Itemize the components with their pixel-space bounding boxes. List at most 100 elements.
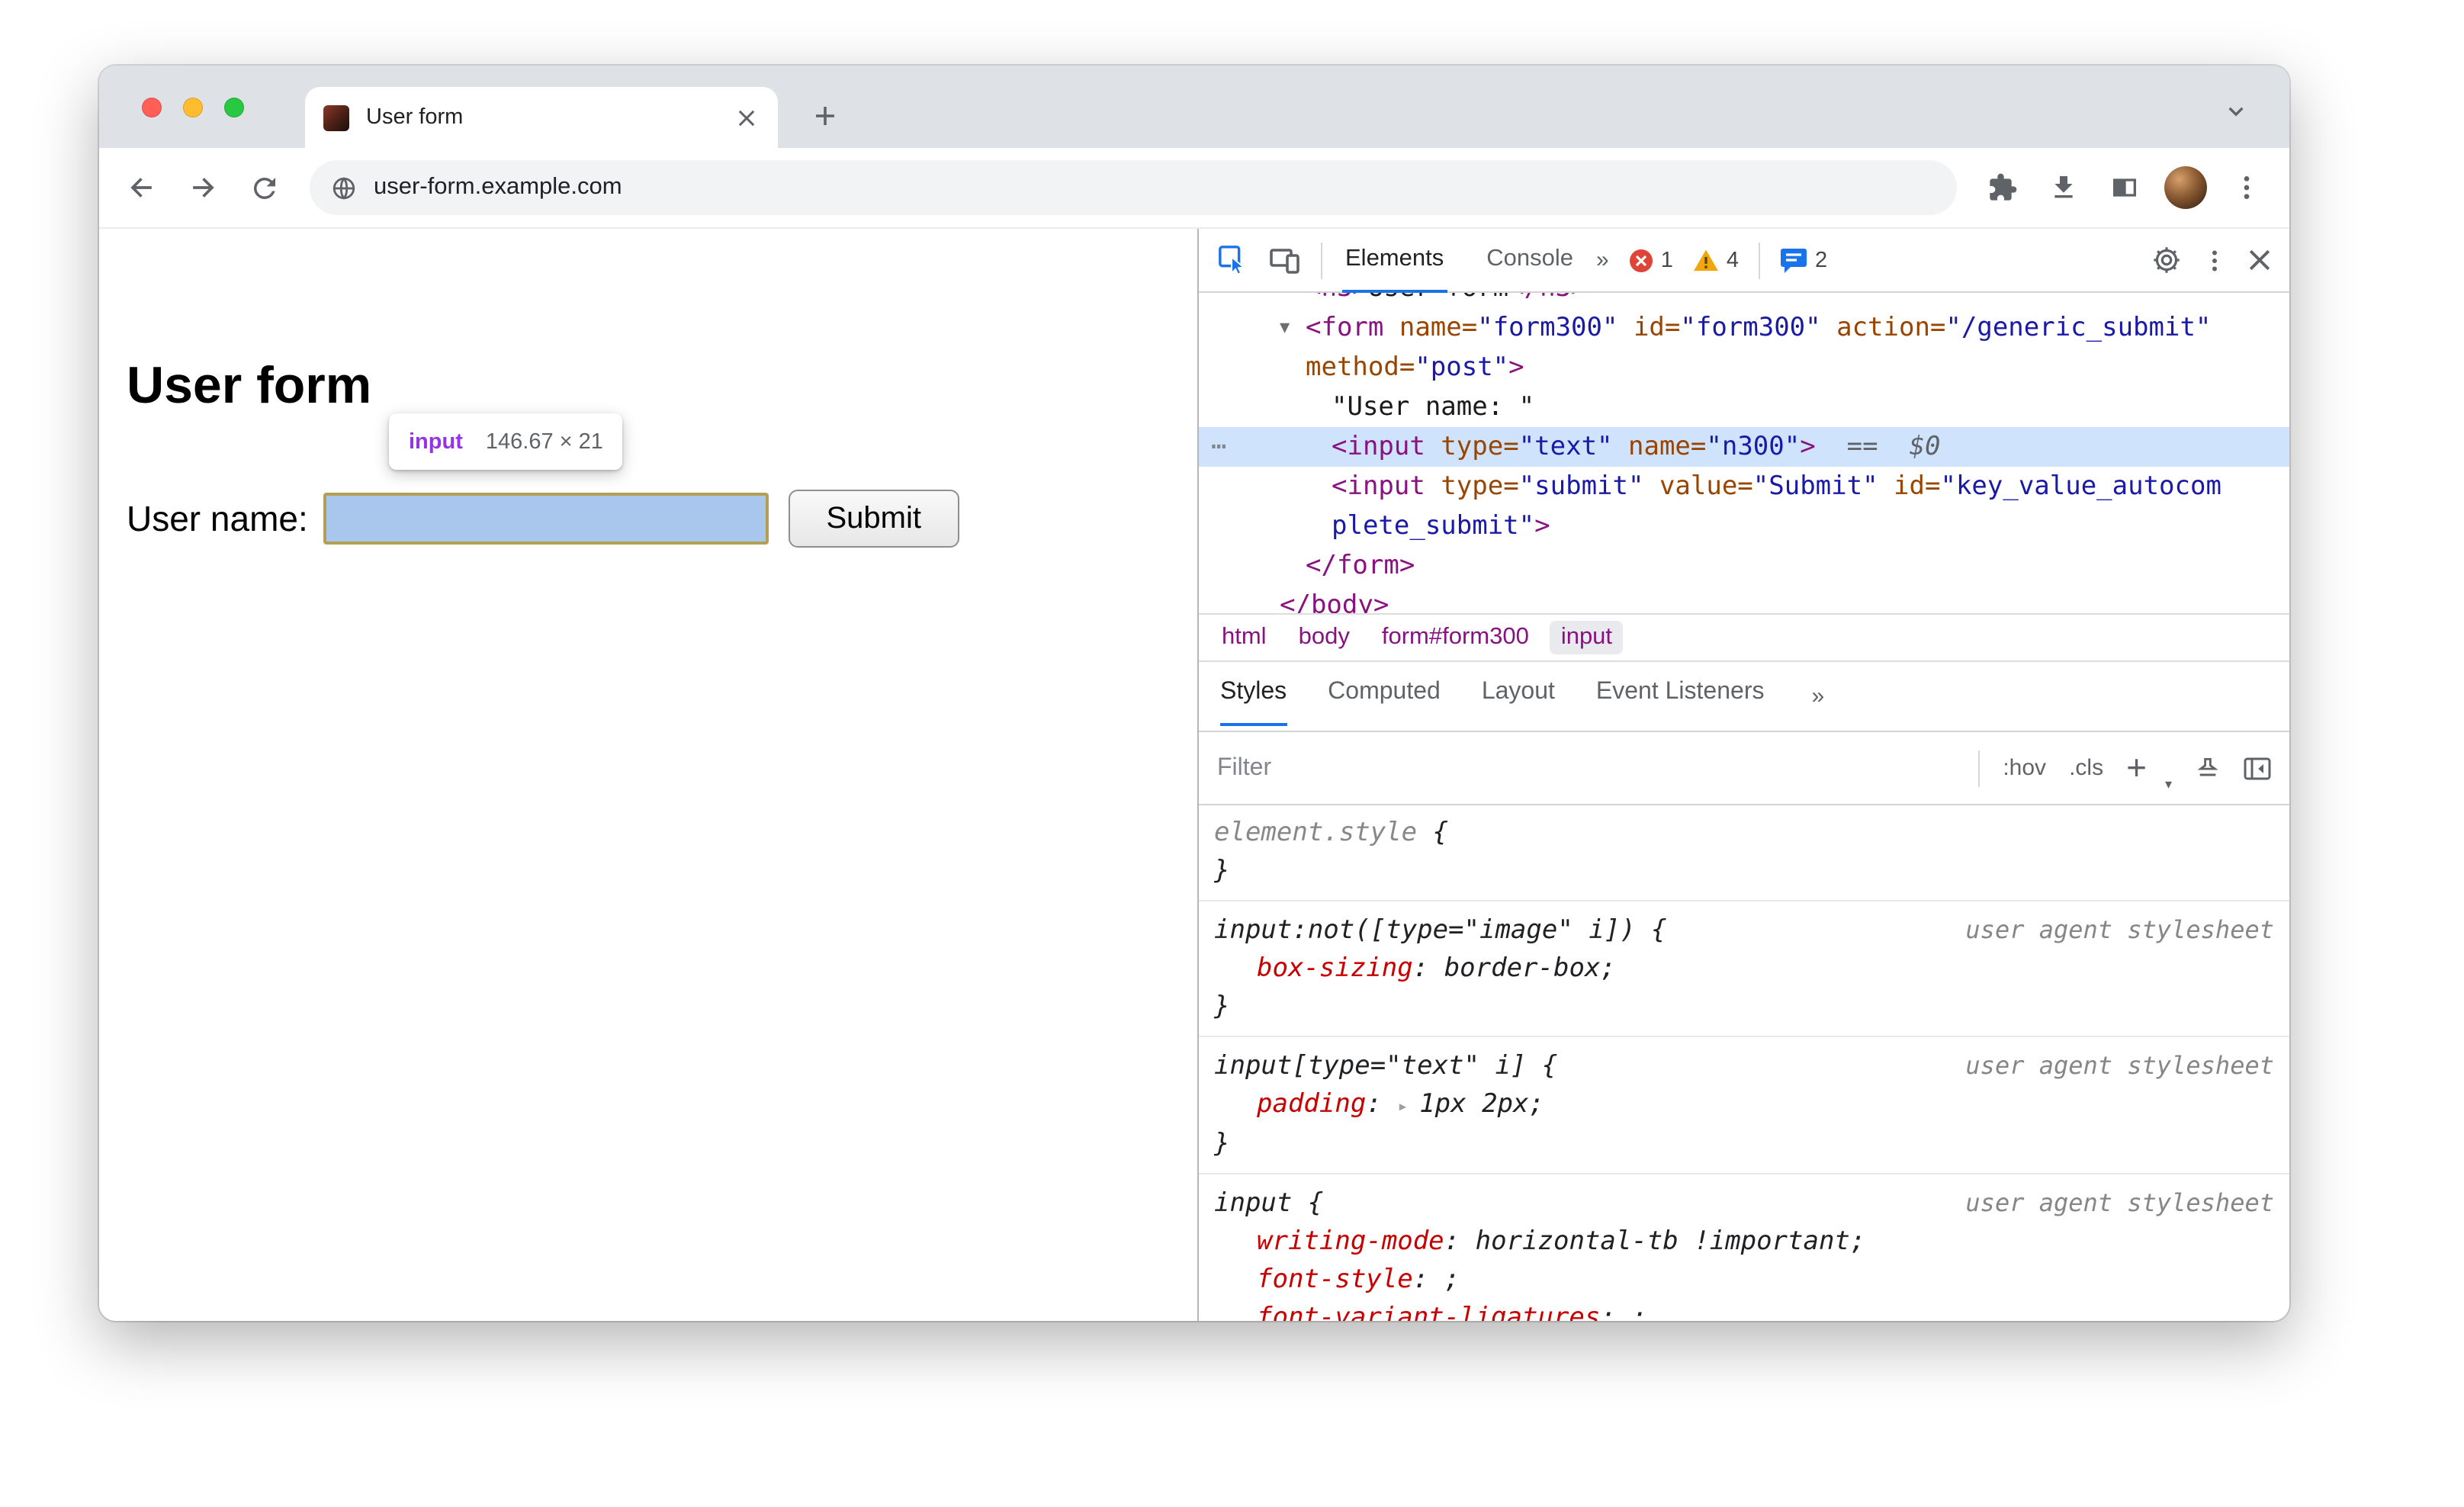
styles-filter-input[interactable] bbox=[1217, 754, 1956, 782]
style-rule-selector[interactable]: input[type="text" i] {user agent stylesh… bbox=[1214, 1046, 2274, 1086]
devtools-toolbar: Elements Console » 1 4 2 bbox=[1199, 229, 2289, 293]
node-menu-icon[interactable]: ⋯ bbox=[1211, 427, 1227, 467]
error-count: 1 bbox=[1660, 248, 1673, 272]
more-panels-icon[interactable]: » bbox=[1596, 247, 1609, 273]
address-bar[interactable]: user-form.example.com bbox=[310, 160, 1957, 215]
sidebar-tab-event-listeners[interactable]: Event Listeners bbox=[1596, 662, 1765, 726]
style-rule-close-brace: } bbox=[1214, 1129, 1230, 1159]
format-styles-icon[interactable] bbox=[2195, 757, 2221, 779]
tab-search-chevron-icon[interactable] bbox=[2216, 92, 2256, 131]
style-declaration-padding[interactable]: padding: ▸ 1px 2px; bbox=[1214, 1086, 2274, 1126]
traffic-light-zoom[interactable] bbox=[224, 98, 244, 117]
breadcrumb-input[interactable]: input bbox=[1550, 621, 1624, 654]
sidebar-tab-computed[interactable]: Computed bbox=[1328, 662, 1441, 726]
style-rule-input-not-type-image-i: input:not([type="image" i]) {user agent … bbox=[1199, 901, 2289, 1037]
node-form-open[interactable]: ▼ <form name="form300" id="form300" actio… bbox=[1199, 308, 2289, 387]
style-rule-close-brace: } bbox=[1214, 991, 1230, 1022]
sidebar-tab-layout[interactable]: Layout bbox=[1482, 662, 1555, 726]
styles-filter-bar: :hov .cls + ▾ bbox=[1199, 732, 2289, 805]
more-sidebar-tabs-icon[interactable]: » bbox=[1811, 683, 1824, 709]
screen: User form user-form.example.com User for… bbox=[0, 0, 2464, 1507]
extensions-puzzle-icon[interactable] bbox=[1975, 160, 2030, 215]
style-declaration-box-sizing[interactable]: box-sizing: border-box; bbox=[1214, 950, 2274, 988]
site-info-globe-icon[interactable] bbox=[331, 175, 357, 201]
new-style-rule-button[interactable]: + bbox=[2126, 750, 2147, 786]
devtools-panel-tabs: Elements Console bbox=[1342, 228, 1576, 292]
style-rule-input: input {user agent stylesheet writing-mode… bbox=[1199, 1174, 2289, 1321]
elements-tree-inner: <h3>User form</h3>▼<form name="form300" … bbox=[1199, 293, 2289, 613]
breadcrumb-html[interactable]: html bbox=[1211, 621, 1277, 654]
issues-badge[interactable]: 2 bbox=[1780, 247, 1827, 273]
inspect-tooltip: input 146.67 × 21 bbox=[389, 413, 623, 470]
download-icon[interactable] bbox=[2036, 160, 2091, 215]
url-text: user-form.example.com bbox=[374, 174, 622, 200]
pseudo-state-toggle[interactable]: :hov bbox=[2003, 755, 2046, 781]
styles-sections: element.style {} input:not([type="image" … bbox=[1199, 805, 2289, 1321]
devtools-tab-console[interactable]: Console bbox=[1483, 228, 1576, 292]
devtools-tab-elements[interactable]: Elements bbox=[1342, 228, 1447, 292]
node-h3[interactable]: <h3>User form</h3> bbox=[1199, 293, 2289, 308]
settings-gear-icon[interactable] bbox=[2152, 246, 2181, 275]
node-input-submit[interactable]: <input type="submit" value="Submit" id="… bbox=[1199, 467, 2289, 546]
tab-close-icon[interactable] bbox=[732, 104, 760, 131]
expand-arrow-icon[interactable]: ▼ bbox=[1280, 308, 1306, 348]
style-declaration-font-style[interactable]: font-style: ; bbox=[1214, 1261, 2274, 1300]
forward-button[interactable] bbox=[175, 160, 230, 215]
node-text-user-name[interactable]: "User name: " bbox=[1199, 387, 2289, 427]
warning-count: 4 bbox=[1726, 248, 1739, 272]
computed-panel-toggle-icon[interactable] bbox=[2244, 756, 2271, 780]
breadcrumb: html body form#form300 input bbox=[1199, 613, 2289, 662]
browser-tab[interactable]: User form bbox=[305, 87, 778, 148]
style-rule-selector[interactable]: element.style { bbox=[1214, 815, 2274, 853]
error-badge[interactable]: 1 bbox=[1629, 248, 1673, 272]
style-declaration-font-variant-ligatures[interactable]: font-variant-ligatures: ; bbox=[1214, 1300, 2274, 1321]
tooltip-element-name: input bbox=[409, 429, 463, 454]
devtools-menu-kebab-icon[interactable] bbox=[2201, 246, 2228, 274]
elements-tree: <h3>User form</h3>▼<form name="form300" … bbox=[1199, 293, 2289, 613]
side-panel-icon[interactable] bbox=[2097, 160, 2152, 215]
element-classes-toggle[interactable]: .cls bbox=[2069, 755, 2103, 781]
new-style-rule-caret-icon[interactable]: ▾ bbox=[2165, 776, 2172, 804]
browser-menu-kebab-icon[interactable] bbox=[2219, 160, 2274, 215]
stylesheet-origin: user agent stylesheet bbox=[1965, 1051, 2274, 1080]
window-controls bbox=[142, 98, 244, 117]
node-input-text[interactable]: ⋯ <input type="text" name="n300"> == $0 bbox=[1199, 427, 2289, 467]
style-rule-close-brace: } bbox=[1214, 856, 1230, 886]
node-body-close[interactable]: </body> bbox=[1199, 586, 2289, 613]
tab-favicon bbox=[323, 104, 349, 130]
toolbar-separator bbox=[1759, 242, 1760, 278]
reload-button[interactable] bbox=[236, 160, 291, 215]
browser-window: User form user-form.example.com User for… bbox=[99, 66, 2289, 1321]
username-input[interactable] bbox=[323, 493, 769, 545]
node-form-close[interactable]: </form> bbox=[1199, 546, 2289, 586]
toolbar-separator bbox=[1321, 242, 1322, 278]
submit-button[interactable]: Submit bbox=[788, 490, 959, 548]
tab-title: User form bbox=[366, 105, 464, 130]
sidebar-tab-styles[interactable]: Styles bbox=[1220, 662, 1287, 726]
traffic-light-minimize[interactable] bbox=[183, 98, 203, 117]
filter-separator bbox=[1978, 750, 1981, 786]
style-rule-element-style: element.style {} bbox=[1199, 805, 2289, 901]
stylesheet-origin: user agent stylesheet bbox=[1965, 915, 2274, 944]
breadcrumb-form-form300[interactable]: form#form300 bbox=[1371, 621, 1540, 654]
browser-toolbar: user-form.example.com bbox=[99, 148, 2289, 229]
style-rule-selector[interactable]: input {user agent stylesheet bbox=[1214, 1184, 2274, 1223]
expand-value-icon[interactable]: ▸ bbox=[1397, 1095, 1419, 1117]
traffic-light-close[interactable] bbox=[142, 98, 162, 117]
profile-avatar[interactable] bbox=[2164, 166, 2207, 209]
inspect-element-icon[interactable] bbox=[1217, 244, 1249, 276]
tooltip-element-size: 146.67 × 21 bbox=[485, 429, 603, 454]
warning-badge[interactable]: 4 bbox=[1693, 248, 1739, 272]
style-declaration-writing-mode[interactable]: writing-mode: horizontal-tb !important; bbox=[1214, 1223, 2274, 1261]
style-rule-input-type-text-i: input[type="text" i] {user agent stylesh… bbox=[1199, 1037, 2289, 1174]
styles-sidebar-tabs: Styles Computed Layout Event Listeners bbox=[1220, 662, 1764, 726]
new-tab-button[interactable] bbox=[804, 95, 846, 137]
page-title: User form bbox=[127, 357, 372, 415]
style-rule-selector[interactable]: input:not([type="image" i]) {user agent … bbox=[1214, 911, 2274, 950]
back-button[interactable] bbox=[114, 160, 169, 215]
breadcrumb-body[interactable]: body bbox=[1288, 621, 1361, 654]
issue-count: 2 bbox=[1815, 248, 1828, 272]
devtools-close-icon[interactable] bbox=[2248, 249, 2271, 272]
window-content: User form input 146.67 × 21 User name: S… bbox=[99, 229, 2289, 1321]
device-toolbar-icon[interactable] bbox=[1269, 244, 1301, 276]
